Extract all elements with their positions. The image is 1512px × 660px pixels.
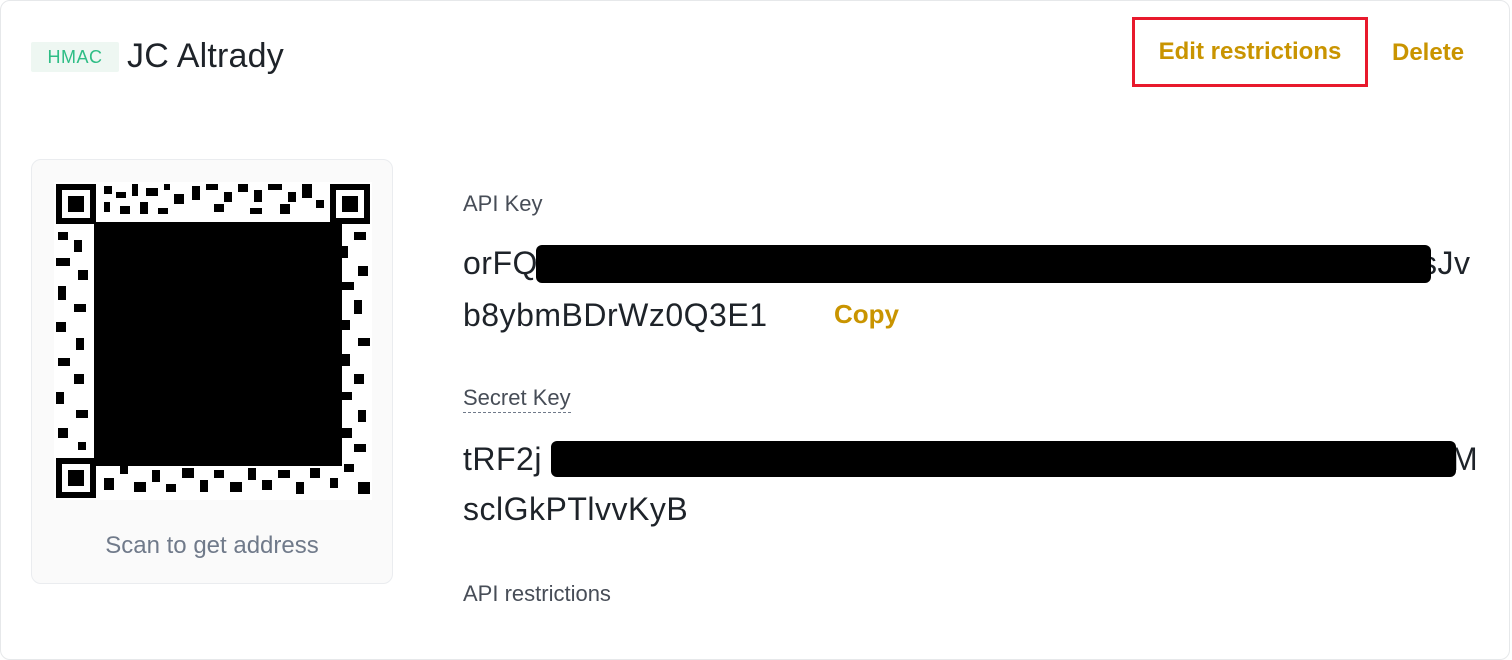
- secret-key-line-2: sclGkPTlvvKyB: [463, 491, 689, 527]
- api-key-line-2: b8ybmBDrWz0Q3E1: [463, 297, 768, 333]
- secret-key-label: Secret Key: [463, 385, 571, 413]
- qr-code-icon: [54, 182, 372, 500]
- secret-key-redaction: [551, 441, 1456, 477]
- qr-panel: Scan to get address: [31, 159, 393, 584]
- secret-key-start: tRF2j: [463, 441, 542, 477]
- api-key-redaction: [536, 245, 1431, 283]
- api-key-card: HMAC JC Altrady Edit restrictions Delete: [0, 0, 1510, 660]
- api-key-line-1: orFQ: [463, 245, 538, 282]
- secret-key-label-wrap: Secret Key: [463, 385, 571, 413]
- api-restrictions-label: API restrictions: [463, 581, 611, 606]
- hmac-badge: HMAC: [31, 41, 119, 72]
- api-key-header: HMAC JC Altrady: [31, 37, 284, 76]
- api-key-label: API Key: [463, 191, 543, 216]
- copy-api-key-button[interactable]: Copy: [834, 299, 899, 330]
- delete-button[interactable]: Delete: [1392, 39, 1464, 67]
- api-key-title: JC Altrady: [127, 37, 284, 75]
- secret-key-line-1: tRF2j: [463, 441, 542, 478]
- api-key-start: orFQ: [463, 245, 538, 281]
- qr-caption: Scan to get address: [105, 532, 319, 559]
- edit-restrictions-button[interactable]: Edit restrictions: [1132, 17, 1368, 87]
